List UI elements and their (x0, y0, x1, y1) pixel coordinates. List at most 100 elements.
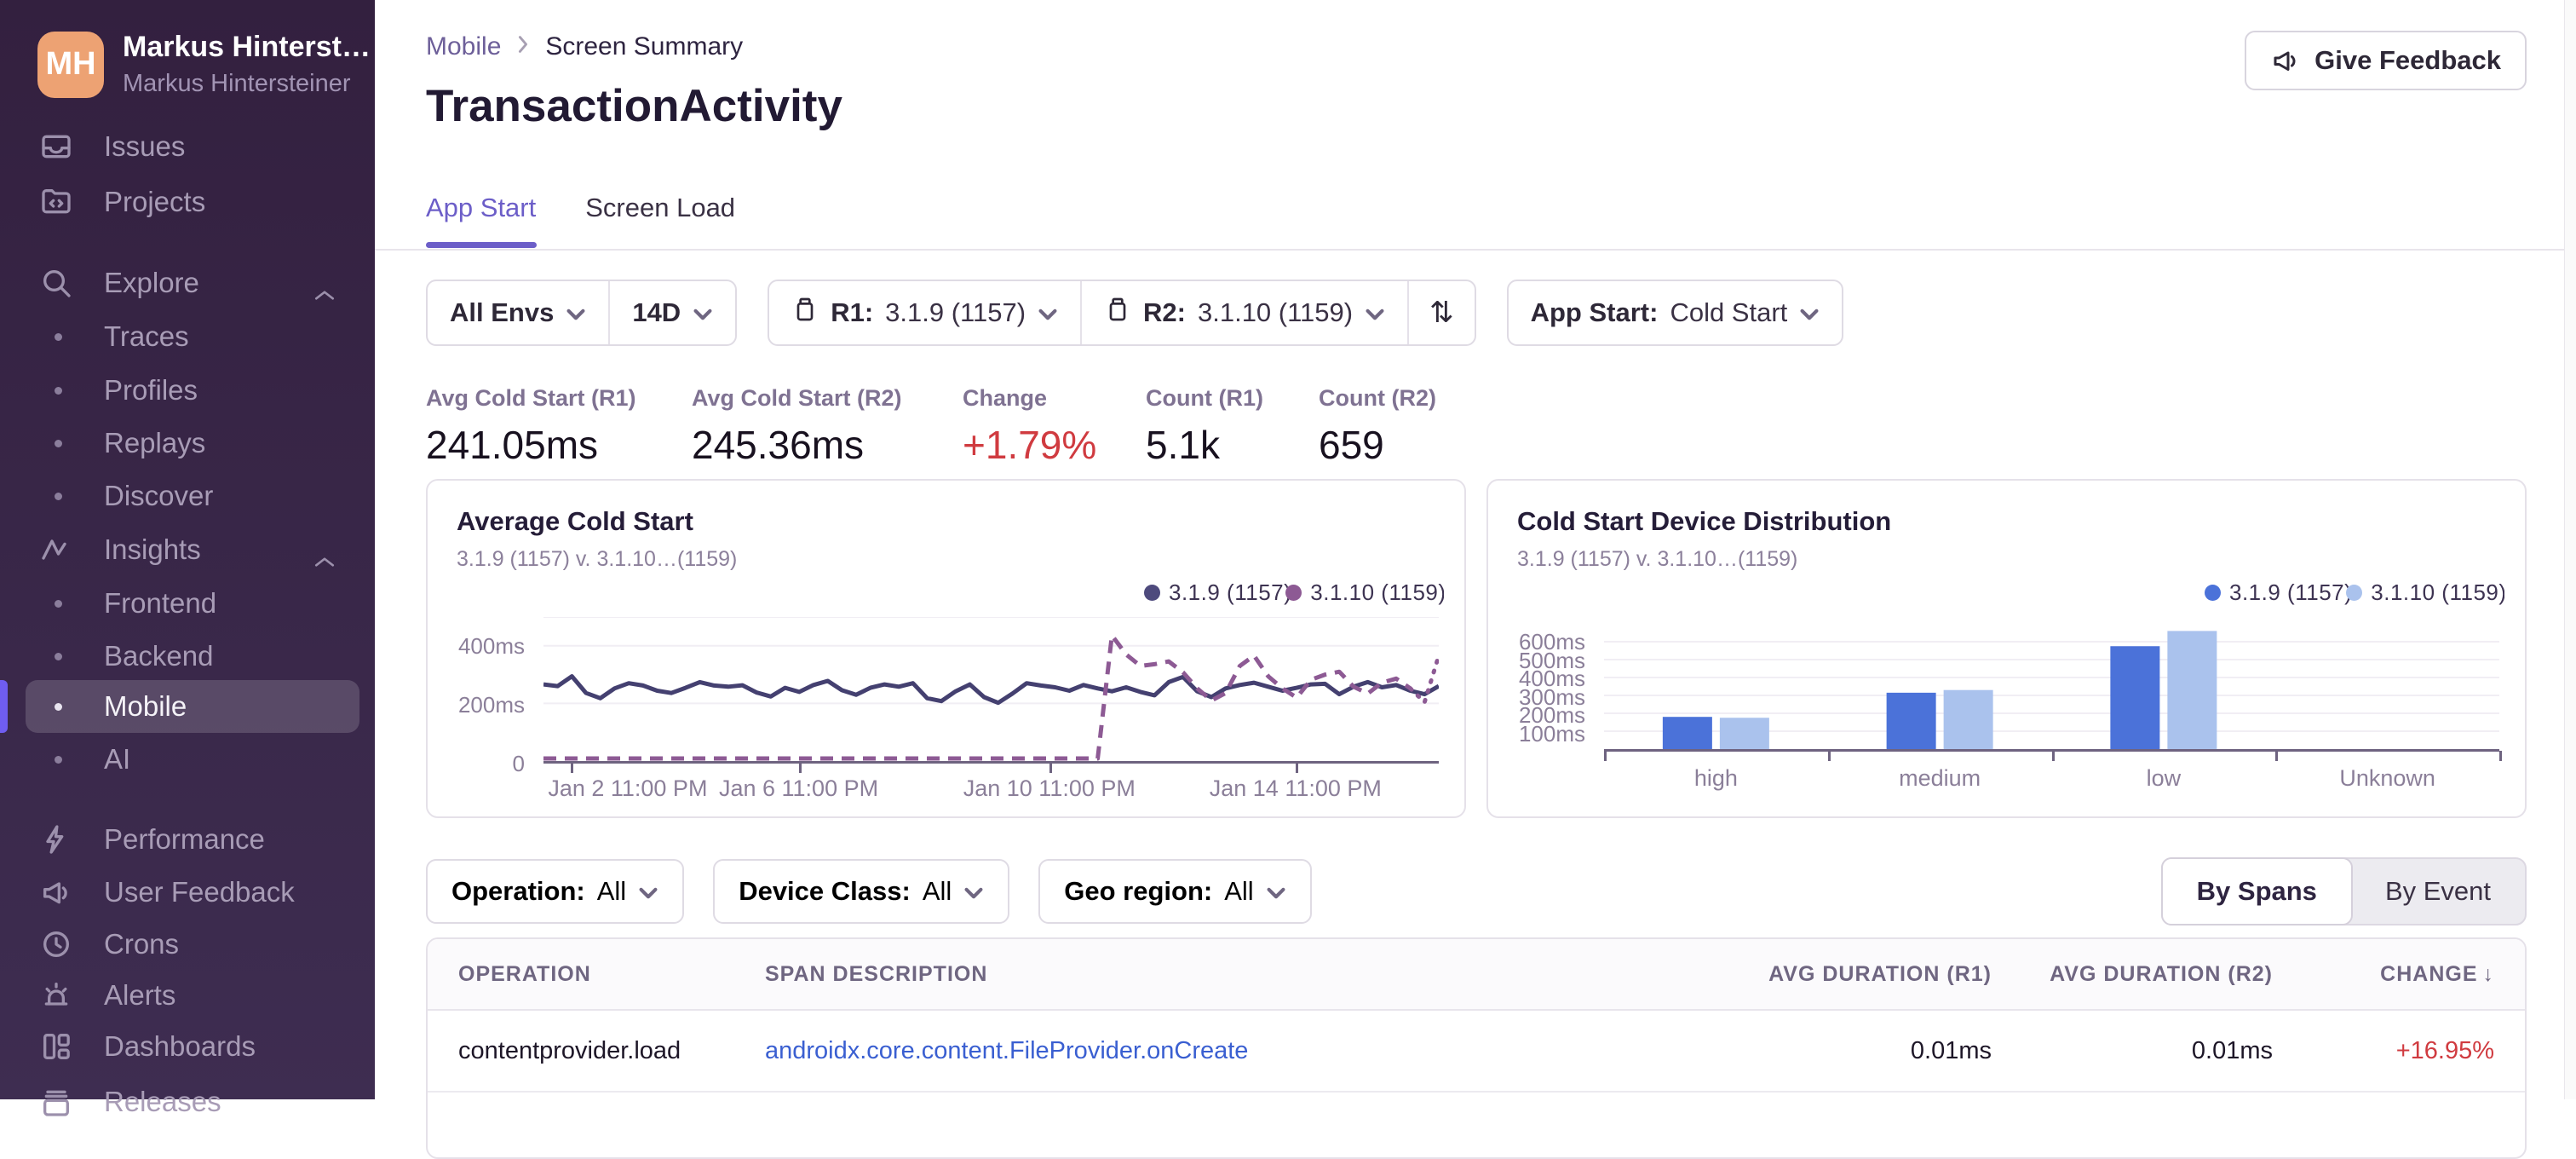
sidebar-item-profiles[interactable]: Profiles (0, 364, 375, 417)
bullet-icon (55, 703, 62, 711)
y-tick-label: 100ms (1519, 721, 1585, 747)
x-category-label: Unknown (2339, 765, 2435, 792)
dashboards-icon (39, 1029, 73, 1064)
sidebar-item-traces[interactable]: Traces (0, 310, 375, 363)
release-package-icon (1104, 296, 1131, 330)
sidebar-item-releases[interactable]: Releases (0, 1075, 375, 1128)
sidebar-item-ai[interactable]: AI (0, 733, 375, 786)
user-subtitle: Markus Hintersteiner (123, 70, 371, 98)
span-filter-row: Operation: All Device Class: All Geo reg… (426, 859, 1312, 924)
col-avg-duration-r1[interactable]: AVG DURATION (R1) (1719, 962, 1992, 987)
breadcrumb-parent[interactable]: Mobile (426, 32, 501, 61)
axis-tick (799, 763, 802, 773)
sidebar-item-projects[interactable]: Projects (0, 176, 375, 228)
x-category-label: medium (1899, 765, 1981, 792)
filter-row: All Envs 14D R1: 3.1.9 (1157) R2: 3.1.10… (426, 280, 1843, 346)
bullet-icon (55, 333, 62, 341)
sidebar-item-performance[interactable]: Performance (0, 813, 375, 866)
megaphone-icon (39, 875, 73, 909)
give-feedback-button[interactable]: Give Feedback (2245, 31, 2527, 90)
tab-app-start[interactable]: App Start (426, 193, 536, 244)
x-tick-label: Jan 2 11:00 PM (548, 776, 707, 802)
metrics-row: Avg Cold Start (R1) 241.05ms Avg Cold St… (426, 385, 1436, 468)
by-event-toggle[interactable]: By Event (2351, 859, 2525, 924)
operation-cell: contentprovider.load (428, 1037, 765, 1065)
megaphone-icon (2270, 45, 2301, 76)
sidebar-item-replays[interactable]: Replays (0, 417, 375, 470)
clock-icon (39, 927, 73, 961)
main-content: Mobile Screen Summary Give Feedback Tran… (375, 0, 2564, 1099)
legend-item[interactable]: 3.1.9 (1157) (2205, 580, 2352, 606)
chart-title: Average Cold Start (457, 506, 1435, 537)
sidebar-item-dashboards[interactable]: Dashboards (0, 1020, 375, 1073)
bullet-icon (55, 653, 62, 660)
spans-table: OPERATION SPAN DESCRIPTION AVG DURATION … (426, 937, 2527, 1159)
sidebar-item-explore[interactable]: Explore (0, 257, 375, 309)
axis-tick (2275, 751, 2278, 761)
swap-releases-button[interactable]: ⇅ (1407, 281, 1475, 344)
release-1-filter[interactable]: R1: 3.1.9 (1157) (769, 281, 1080, 344)
bullet-icon (55, 387, 62, 395)
sidebar-item-user-feedback[interactable]: User Feedback (0, 866, 375, 919)
page-title: TransactionActivity (426, 80, 842, 132)
bullet-icon (55, 756, 62, 764)
operation-filter[interactable]: Operation: All (426, 859, 684, 924)
breadcrumb-current: Screen Summary (545, 32, 743, 61)
device-class-filter[interactable]: Device Class: All (713, 859, 1009, 924)
sidebar-item-issues[interactable]: Issues (0, 120, 375, 173)
line-chart-plot (543, 617, 1439, 764)
tabs-divider (375, 249, 2564, 251)
sidebar-item-backend[interactable]: Backend (0, 630, 375, 683)
sidebar-item-mobile[interactable]: Mobile (0, 680, 375, 733)
user-menu[interactable]: MH Markus Hinterst… Markus Hintersteiner (37, 31, 371, 98)
sidebar-item-alerts[interactable]: Alerts (0, 969, 375, 1022)
swap-icon: ⇅ (1429, 296, 1454, 330)
bullet-icon (55, 440, 62, 447)
environment-filter[interactable]: All Envs (428, 281, 608, 344)
col-change[interactable]: CHANGE↓ (2273, 962, 2525, 987)
chart-legend: 3.1.9 (1157)3.1.10 (1159) (1144, 580, 1444, 606)
spans-event-toggle: By Spans By Event (2161, 857, 2527, 925)
scrollbar[interactable] (2564, 0, 2576, 1099)
x-tick-label: Jan 6 11:00 PM (719, 776, 878, 802)
change-cell: +16.95% (2273, 1037, 2525, 1065)
axis-tick (2499, 751, 2502, 761)
span-description-link[interactable]: androidx.core.content.FileProvider.onCre… (765, 1037, 1719, 1065)
siren-icon (39, 978, 73, 1012)
axis-tick (1604, 751, 1607, 761)
chevron-down-icon (1266, 876, 1286, 907)
chevron-down-icon (638, 876, 658, 907)
legend-item[interactable]: 3.1.10 (1159) (1285, 580, 1444, 606)
sidebar-item-crons[interactable]: Crons (0, 918, 375, 971)
x-tick-label: Jan 10 11:00 PM (963, 776, 1136, 802)
active-tab-underline (426, 242, 537, 248)
app-start-type-filter[interactable]: App Start: Cold Start (1509, 281, 1843, 344)
sidebar-item-insights[interactable]: Insights (0, 523, 375, 576)
active-item-accent (0, 680, 8, 733)
col-avg-duration-r2[interactable]: AVG DURATION (R2) (1992, 962, 2273, 987)
bullet-icon (55, 493, 62, 500)
chart-legend: 3.1.9 (1157)3.1.10 (1159) (2205, 580, 2504, 606)
x-category-label: low (2147, 765, 2182, 792)
date-range-filter[interactable]: 14D (608, 281, 735, 344)
axis-tick (2052, 751, 2055, 761)
avg-r2-cell: 0.01ms (1992, 1037, 2273, 1065)
avatar: MH (37, 32, 104, 98)
chevron-down-icon (693, 297, 713, 328)
sidebar-item-discover[interactable]: Discover (0, 470, 375, 522)
geo-region-filter[interactable]: Geo region: All (1038, 859, 1311, 924)
release-2-filter[interactable]: R2: 3.1.10 (1159) (1080, 281, 1407, 344)
lightning-icon (39, 822, 73, 856)
table-row[interactable]: contentprovider.load androidx.core.conte… (428, 1011, 2525, 1093)
by-spans-toggle[interactable]: By Spans (2161, 857, 2353, 925)
y-tick-label: 200ms (458, 692, 525, 718)
sidebar-item-frontend[interactable]: Frontend (0, 577, 375, 630)
tab-screen-load[interactable]: Screen Load (585, 193, 735, 244)
tab-bar: App Start Screen Load (426, 193, 735, 244)
legend-item[interactable]: 3.1.9 (1157) (1144, 580, 1291, 606)
chevron-down-icon (1365, 297, 1385, 328)
bullet-icon (55, 600, 62, 608)
legend-item[interactable]: 3.1.10 (1159) (2346, 580, 2504, 606)
table-header: OPERATION SPAN DESCRIPTION AVG DURATION … (428, 939, 2525, 1011)
chevron-right-icon (516, 32, 530, 61)
